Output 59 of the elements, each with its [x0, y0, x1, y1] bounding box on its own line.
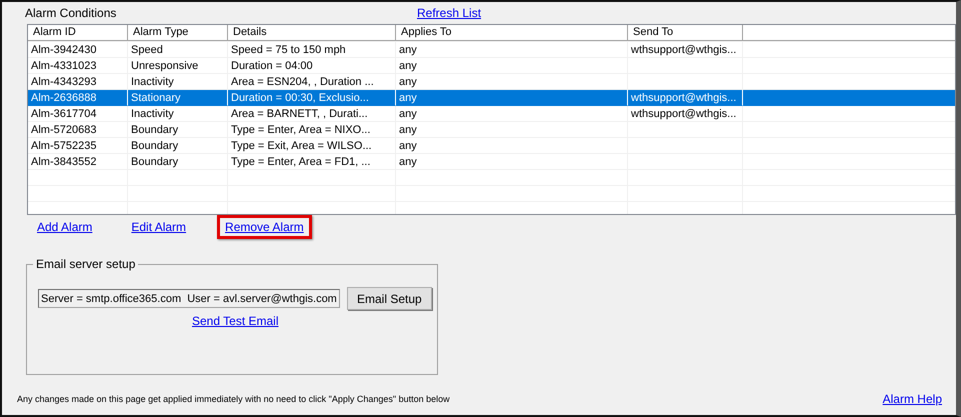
table-row[interactable]: Alm-4331023 Unresponsive Duration = 04:00 any — [28, 58, 955, 74]
table-cell: Boundary — [131, 140, 178, 152]
table-cell: any — [399, 140, 417, 152]
column-header[interactable]: Alarm Type — [128, 25, 228, 41]
alarm-list[interactable] — [27, 24, 956, 215]
table-row[interactable]: Alm-5720683 Boundary Type = Enter, Area = NIXO... any — [28, 122, 955, 138]
table-cell: any — [399, 108, 417, 120]
table-cell: any — [399, 156, 417, 168]
info-note: Any changes made on this page get applied immediately with no need to click "Apply Changes" button below — [17, 394, 450, 404]
table-cell: Alm-5752235 — [31, 140, 96, 152]
table-row[interactable]: Alm-2636888 Stationary Duration = 00:30, Exclusio... any wthsupport@wthgis... — [28, 90, 955, 106]
table-cell: Alm-4331023 — [31, 60, 96, 72]
table-cell: any — [399, 60, 417, 72]
table-row[interactable]: Alm-3942430 Speed Speed = 75 to 150 mph any wthsupport@wthgis... — [28, 42, 955, 58]
table-cell: Area = ESN204, , Duration ... — [231, 76, 374, 88]
table-cell: Stationary — [131, 92, 181, 104]
column-header[interactable]: Details — [228, 25, 396, 41]
server-info-field[interactable]: Server = smtp.office365.com User = avl.server@wthgis.com — [38, 289, 340, 308]
table-cell: Alm-5720683 — [31, 124, 96, 136]
table-cell: Boundary — [131, 156, 178, 168]
table-cell: Alm-2636888 — [31, 92, 96, 104]
table-cell: Speed = 75 to 150 mph — [231, 44, 346, 56]
table-cell: Type = Enter, Area = FD1, ... — [231, 156, 370, 168]
alarm-action-link[interactable]: Add Alarm — [29, 215, 100, 239]
section-title: Alarm Conditions — [25, 6, 118, 20]
column-header[interactable]: Send To — [628, 25, 743, 41]
table-cell: any — [399, 44, 417, 56]
alarm-action-link[interactable]: Remove Alarm — [217, 215, 312, 239]
table-cell: Type = Exit, Area = WILSO... — [231, 140, 372, 152]
table-row[interactable]: Alm-3617704 Inactivity Area = BARNETT, , Durati... any wthsupport@wthgis... — [28, 106, 955, 122]
refresh-list-link[interactable]: Refresh List — [417, 6, 482, 20]
table-cell: Inactivity — [131, 76, 174, 88]
table-row[interactable]: Alm-3843552 Boundary Type = Enter, Area = FD1, ... any — [28, 154, 955, 170]
table-cell: wthsupport@wthgis... — [631, 92, 736, 104]
group-title: Email server setup — [33, 257, 138, 271]
table-cell: Alm-3617704 — [31, 108, 96, 120]
table-cell: wthsupport@wthgis... — [631, 108, 736, 120]
table-cell: any — [399, 92, 417, 104]
table-cell: Duration = 04:00 — [231, 60, 313, 72]
column-header[interactable]: Applies To — [396, 25, 628, 41]
table-cell: Type = Enter, Area = NIXO... — [231, 124, 370, 136]
table-cell: wthsupport@wthgis... — [631, 44, 736, 56]
email-setup-button[interactable]: Email Setup — [346, 287, 432, 310]
table-cell: Unresponsive — [131, 60, 198, 72]
table-cell: any — [399, 124, 417, 136]
table-cell: any — [399, 76, 417, 88]
table-cell: Area = BARNETT, , Durati... — [231, 108, 368, 120]
table-cell: Alm-3942430 — [31, 44, 96, 56]
table-cell: Alm-3843552 — [31, 156, 96, 168]
table-cell: Duration = 00:30, Exclusio... — [231, 92, 369, 104]
table-cell: Alm-4343293 — [31, 76, 96, 88]
table-cell: Boundary — [131, 124, 178, 136]
alarm-help-link[interactable]: Alarm Help — [882, 392, 942, 406]
table-row[interactable]: Alm-5752235 Boundary Type = Exit, Area = WILSO... any — [28, 138, 955, 154]
alarm-action-link[interactable]: Edit Alarm — [123, 215, 194, 239]
send-test-email-link[interactable]: Send Test Email — [192, 314, 278, 328]
column-header[interactable]: Alarm ID — [28, 25, 128, 41]
table-cell: Inactivity — [131, 108, 174, 120]
table-cell: Speed — [131, 44, 163, 56]
